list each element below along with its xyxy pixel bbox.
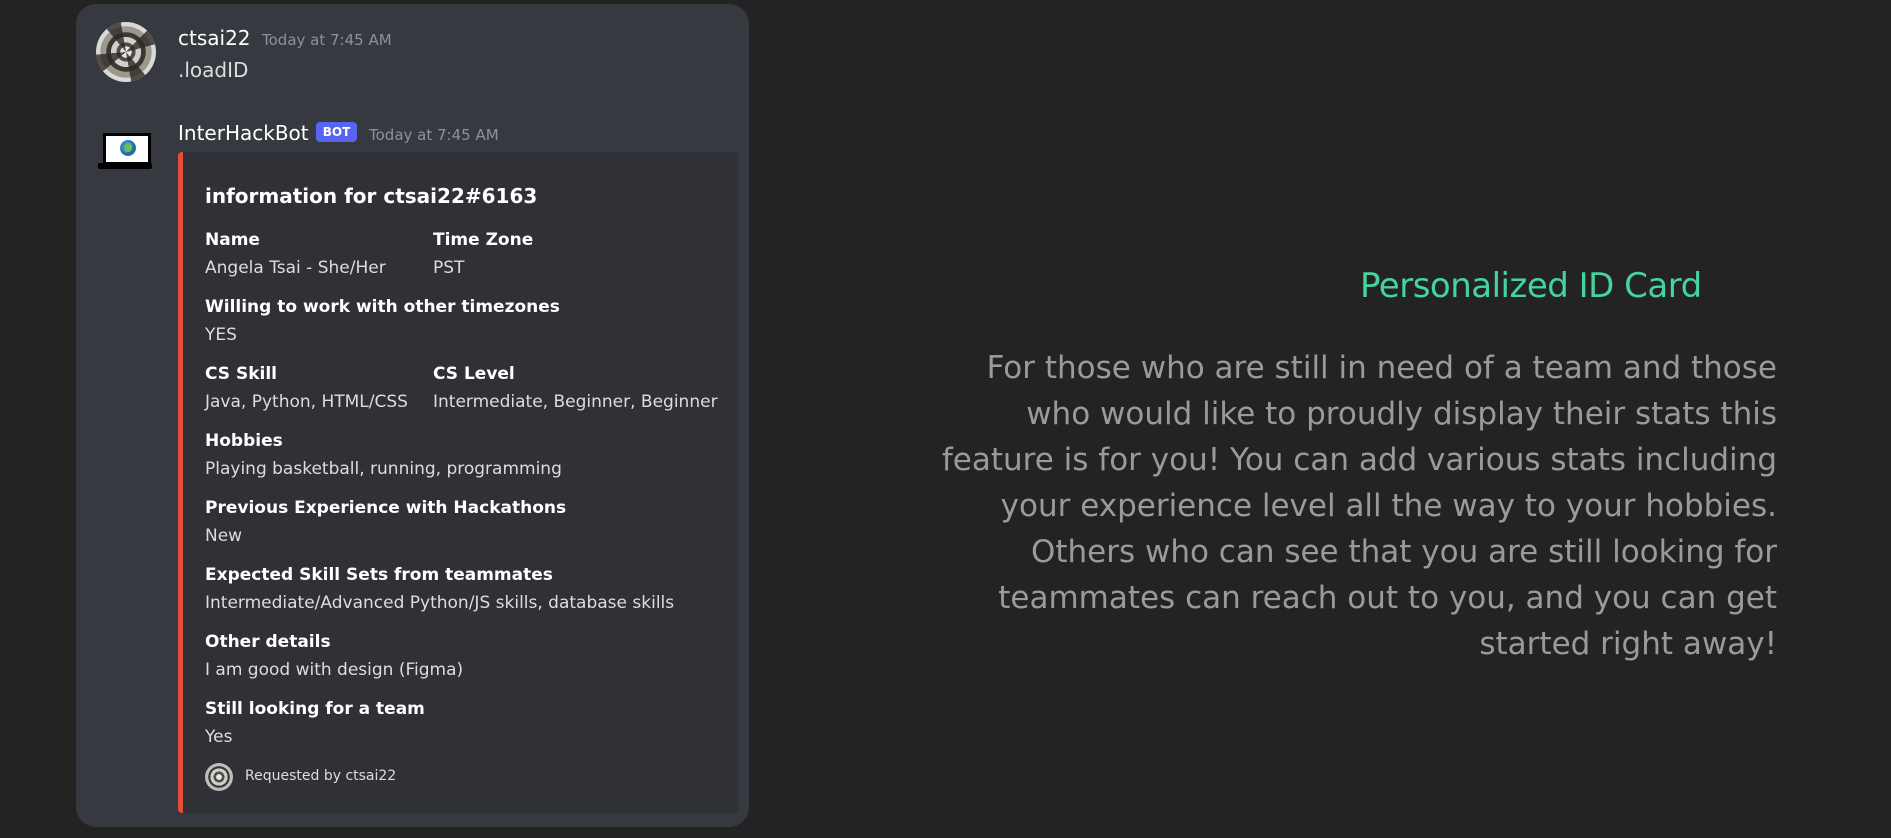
bot-message-timestamp: Today at 7:45 AM (369, 126, 499, 144)
field-value-timezones: YES (205, 325, 237, 345)
user-avatar[interactable] (96, 22, 156, 82)
field-name-name: Name (205, 230, 260, 250)
field-value-cs-skill: Java, Python, HTML/CSS (205, 392, 408, 412)
laptop-screen-icon (103, 133, 151, 165)
field-name-other-details: Other details (205, 632, 331, 652)
field-name-hobbies: Hobbies (205, 431, 283, 451)
field-name-cs-level: CS Level (433, 364, 515, 384)
field-value-still-looking: Yes (205, 727, 233, 747)
field-name-expected-skill-sets: Expected Skill Sets from teammates (205, 565, 553, 585)
field-value-name: Angela Tsai - She/Her (205, 258, 386, 278)
globe-icon (120, 140, 136, 156)
embed-title: information for ctsai22#6163 (205, 184, 538, 208)
bot-name[interactable]: InterHackBot (178, 123, 309, 143)
field-name-timezones: Willing to work with other timezones (205, 297, 560, 317)
page: ctsai22 Today at 7:45 AM .loadID InterHa… (0, 0, 1891, 838)
laptop-base-icon (98, 163, 152, 169)
embed-footer: Requested by ctsai22 (245, 768, 397, 784)
user-message-text: .loadID (178, 58, 249, 82)
bot-avatar[interactable] (96, 120, 156, 180)
bot-badge: BOT (316, 122, 357, 142)
field-name-still-looking: Still looking for a team (205, 699, 425, 719)
user-name[interactable]: ctsai22 (178, 28, 251, 48)
field-value-other-details: I am good with design (Figma) (205, 660, 464, 680)
field-value-previous-experience: New (205, 526, 243, 546)
profile-embed: information for ctsai22#6163 Name Angela… (178, 152, 738, 813)
field-value-expected-skill-sets: Intermediate/Advanced Python/JS skills, … (205, 593, 675, 613)
discord-chat-panel: ctsai22 Today at 7:45 AM .loadID InterHa… (76, 4, 749, 827)
feature-title: Personalized ID Card (1360, 266, 1702, 306)
user-message-timestamp: Today at 7:45 AM (262, 31, 392, 49)
field-name-time-zone: Time Zone (433, 230, 534, 250)
field-value-time-zone: PST (433, 258, 465, 278)
feature-description: For those who are still in need of a tea… (941, 350, 1777, 662)
field-name-previous-experience: Previous Experience with Hackathons (205, 498, 567, 518)
field-value-cs-level: Intermediate, Beginner, Beginner (433, 392, 718, 412)
requester-avatar (205, 763, 233, 791)
field-name-cs-skill: CS Skill (205, 364, 277, 384)
field-value-hobbies: Playing basketball, running, programming (205, 459, 562, 479)
